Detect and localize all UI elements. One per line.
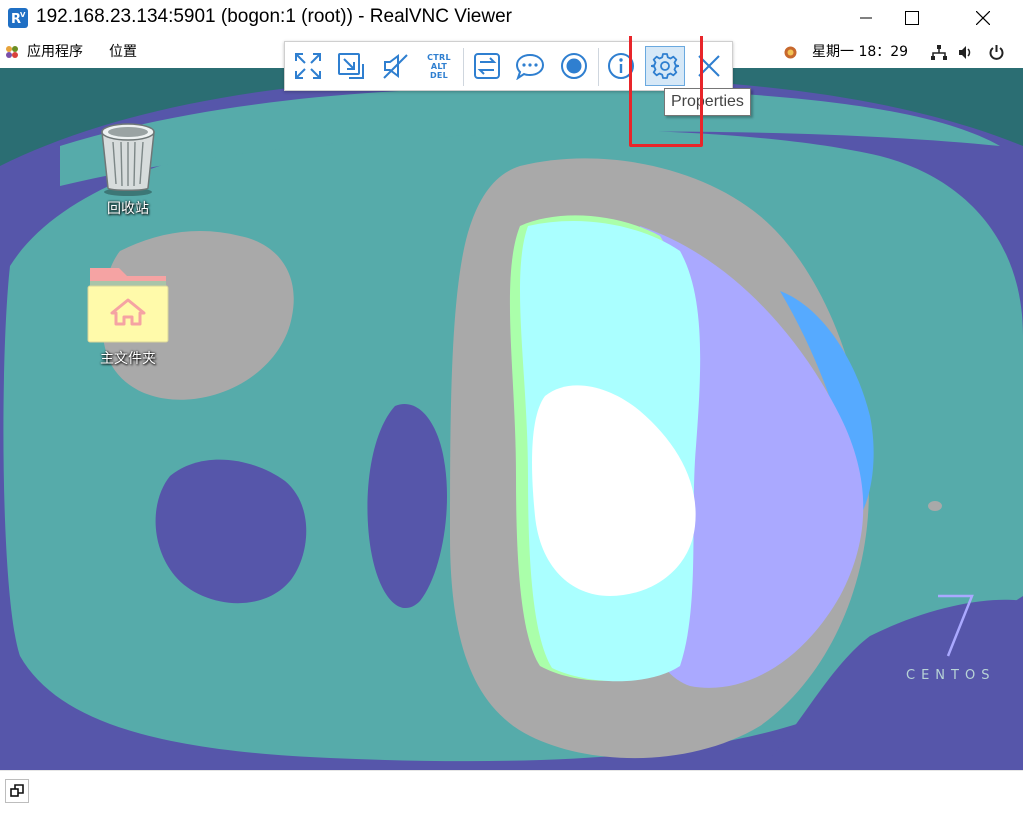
- scale-icon: [338, 53, 364, 79]
- alt-label: ALT: [430, 61, 448, 71]
- properties-tooltip: Properties: [664, 88, 751, 116]
- fullscreen-button[interactable]: [288, 46, 328, 86]
- chat-icon: [515, 53, 545, 80]
- audio-button[interactable]: [375, 46, 415, 86]
- record-icon: [561, 53, 587, 79]
- close-icon: [698, 55, 720, 77]
- remote-desktop-view[interactable]: 应用程序 位置 星期一 18：29 CTRL ALT DEL Propertie…: [0, 36, 1023, 770]
- record-button[interactable]: [554, 46, 594, 86]
- maximize-icon: [905, 11, 919, 25]
- desktop-icon-trash[interactable]: 回收站: [83, 120, 173, 218]
- window-restore-icon: [10, 784, 24, 797]
- applications-menu-icon: [6, 46, 18, 58]
- toolbar-separator: [463, 48, 464, 86]
- mute-icon: [383, 54, 408, 79]
- centos-seven-logo: [938, 594, 974, 657]
- places-menu[interactable]: 位置: [109, 42, 137, 62]
- centos-watermark-text: CENTOS: [906, 668, 996, 683]
- volume-icon[interactable]: [958, 45, 974, 60]
- close-toolbar-button[interactable]: [689, 46, 729, 86]
- ctrl-alt-del-button[interactable]: CTRL ALT DEL: [419, 46, 459, 86]
- file-transfer-button[interactable]: [467, 46, 507, 86]
- home-folder-icon: [87, 268, 169, 343]
- home-folder-label: 主文件夹: [100, 351, 156, 367]
- scale-button[interactable]: [331, 46, 371, 86]
- minimize-button[interactable]: [843, 0, 889, 36]
- close-window-button[interactable]: [960, 0, 1006, 36]
- window-title: 192.168.23.134:5901 (bogon:1 (root)) - R…: [36, 6, 512, 27]
- ctrl-alt-del-icon: CTRL ALT DEL: [427, 53, 451, 80]
- trash-icon: [101, 123, 155, 196]
- del-label: DEL: [429, 70, 449, 80]
- svg-text:V: V: [20, 11, 26, 19]
- toolbar-separator: [598, 48, 599, 86]
- network-icon[interactable]: [931, 45, 947, 60]
- minimize-icon: [860, 17, 872, 19]
- restore-scale-button[interactable]: [5, 779, 29, 803]
- desktop-icon-home-folder[interactable]: 主文件夹: [83, 264, 173, 368]
- properties-button[interactable]: [645, 46, 685, 86]
- close-icon: [976, 11, 990, 25]
- weather-icon[interactable]: [783, 45, 798, 60]
- trash-label: 回收站: [107, 201, 149, 217]
- transfer-icon: [474, 53, 500, 79]
- maximize-button[interactable]: [889, 0, 935, 36]
- vnc-toolbar: CTRL ALT DEL: [284, 41, 733, 91]
- gear-icon: [651, 53, 679, 79]
- info-icon: [608, 53, 634, 79]
- expand-icon: [295, 53, 321, 79]
- chat-button[interactable]: [510, 46, 550, 86]
- window-titlebar: R V 192.168.23.134:5901 (bogon:1 (root))…: [0, 0, 1023, 36]
- power-icon[interactable]: [989, 44, 1004, 60]
- panel-clock[interactable]: 星期一 18：29: [812, 42, 908, 62]
- viewer-statusbar: [0, 770, 1023, 813]
- applications-menu[interactable]: 应用程序: [27, 42, 83, 62]
- info-button[interactable]: [601, 46, 641, 86]
- realvnc-logo-icon: R V: [8, 8, 28, 28]
- ctrl-label: CTRL: [427, 52, 451, 62]
